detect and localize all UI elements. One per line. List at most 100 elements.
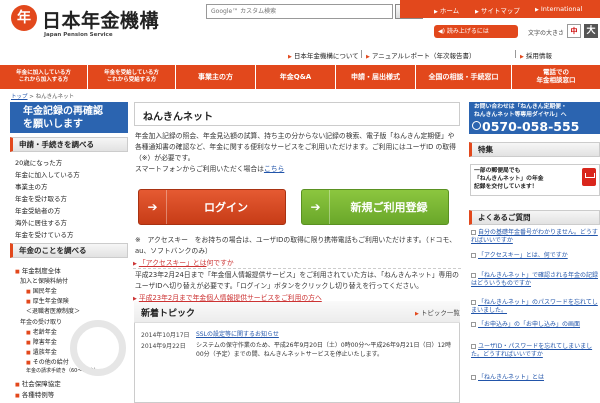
logo-mark-icon[interactable]: 年 [11,5,37,31]
chevron-right-icon: ▶ [366,54,370,60]
square-bullet-icon: ■ [26,360,31,366]
left-nav-item[interactable]: 年金受給者の方 [15,205,61,215]
breadcrumb: トップ > ねんきんネット [11,94,75,100]
left-nav-item[interactable]: 事業主の方 [15,181,48,191]
checkbox-icon [471,300,476,305]
left-nav-item[interactable]: 海外に居住する方 [15,217,67,227]
news-list-link[interactable]: ▶ トピック一覧 [415,307,460,317]
sitemap-link[interactable]: ▶ サイトマップ [475,5,520,15]
left-nav-item[interactable]: ■ 老齢年金 [26,327,57,336]
checkbox-icon [471,344,476,349]
left-nav-item[interactable]: ■ 年金制度全体 [15,265,61,275]
left-nav-item[interactable]: 加入と保険料納付 [20,276,68,285]
switch-link[interactable]: ▶ 平成23年2月まで年金個人情報提供サービスをご利用の方へ [133,292,322,302]
checkbox-icon [471,375,476,380]
record-check-banner[interactable]: 年金記録の再確認 を願いします [10,102,128,133]
faq-link[interactable]: 自分の基礎年金番号がわかりません。どうすればいいですか [471,229,599,245]
breadcrumb-current: ねんきんネット [35,94,75,100]
post-office-text: 一部の郵便局でも 「ねんきんネット」の年金 記録を交付しています！ [474,168,544,190]
faq-link[interactable]: 「ねんきんネット」で確認される年金の記録はどういうものですか [471,272,599,288]
left-nav-item[interactable]: ＜退職者医療制度＞ [26,306,80,315]
square-bullet-icon: ■ [26,289,31,295]
news-item[interactable]: SSLの設定等に関するお知らせ [196,330,458,339]
about-link[interactable]: ▶ 日本年金機構について [288,50,359,60]
smartphone-link[interactable]: こちら [264,165,284,173]
faq-link[interactable]: 「ねんきんネット」のパスワードを忘れてしまいました。 [471,299,599,315]
recruit-link[interactable]: ▶ 採用情報 [520,50,552,60]
home-link[interactable]: ▶ ホーム [434,5,459,15]
arrow-right-icon: ➔ [302,190,330,224]
left-nav-item[interactable]: 20歳になった方 [15,157,62,167]
divider [133,268,461,269]
international-link[interactable]: ▶ International [535,5,582,13]
left-nav-item[interactable]: 年金の受け取り [20,317,62,326]
faq-link[interactable]: ユーザID・パスワードを忘れてしまいました。どうすればいいですか [471,343,599,359]
search-field-wrapper [206,4,393,19]
square-bullet-icon: ■ [15,269,20,275]
nav-phone[interactable]: 電話での 年金相談窓口 [512,65,600,89]
feature-heading: 特集 [469,142,600,157]
intro-text: 年金加入記録の照会、年金見込額の試算、持ち主の分からない記録の検索、電子版「ねん… [135,132,456,173]
left-nav-item[interactable]: ■ 障害年金 [26,337,57,346]
checkbox-icon [471,253,476,258]
news-title: 新着トピック [141,309,196,319]
procedures-heading: 申請・手続きを調べる [10,137,128,152]
nav-enrolled[interactable]: 年金に加入している方 これから加入する方 [0,65,88,89]
page-title-box: ねんきんネット [134,102,460,126]
font-size-label: 文字の大きさ [528,30,565,37]
nav-employers[interactable]: 事業主の方 [176,65,256,89]
register-button[interactable]: ➔ 新規ご利用登録 [301,189,449,225]
login-button[interactable]: ➔ ログイン [138,189,286,225]
divider [515,50,516,58]
page-title: ねんきんネット [143,112,213,123]
left-nav-item[interactable]: 年金を受け取る方 [15,193,67,203]
nav-forms[interactable]: 申請・届出様式 [336,65,416,89]
site-header: 年 日本年金機構 Japan Pension Service 検索 ▶ホーム ▶… [0,0,600,62]
square-bullet-icon: ■ [26,350,31,356]
arrow-right-icon: ➔ [139,190,167,224]
left-nav-item[interactable]: 年金に加入している方 [15,169,80,179]
nav-qa[interactable]: 年金Q&A [256,65,336,89]
news-item: システムの保守作業のため、平成26年9月20日（土）0時00分〜平成26年9月2… [196,342,452,358]
checkbox-icon [471,273,476,278]
font-size-large-button[interactable]: 大 [584,24,598,38]
checkbox-icon [471,322,476,327]
chevron-right-icon: ▶ [288,54,292,60]
nav-offices[interactable]: 全国の相談・手続窓口 [416,65,512,89]
switch-text: 平成23年2月24日まで「年金個人情報提供サービス」をご利用されていた方は、「ね… [135,271,459,290]
annual-report-link[interactable]: ▶ アニュアルレポート（年次報告書） [366,50,476,60]
left-nav-item[interactable]: ■ 社会保障協定 [15,378,61,388]
checkbox-icon [471,230,476,235]
font-size-medium-button[interactable]: 中 [567,24,581,38]
left-nav-item[interactable]: ■ 各種特例等 [15,389,54,399]
contact-text: お問い合わせは「ねんきん定期便・ ねんきんネット等専用ダイヤル」へ [474,104,567,118]
faq-link[interactable]: 「ねんきんネット」とは [471,374,599,382]
decorative-circle [70,320,126,376]
read-aloud-button[interactable]: ◀) 読み上げるには [434,25,518,38]
left-nav-item[interactable]: 年金を受けている方 [15,229,74,239]
site-logo[interactable]: 日本年金機構 [42,6,159,33]
faq-heading: よくあるご質問 [469,210,600,225]
access-key-note: ※ アクセスキー をお持ちの場合は、ユーザIDの取得に限り携帯電話もご利用いただ… [135,236,457,255]
speaker-icon: ◀) [438,28,447,35]
search-input[interactable] [207,5,392,18]
chevron-right-icon: ▶ [133,296,137,302]
post-box-icon [582,168,596,186]
faq-link[interactable]: 「お申込み」の「お申し込み」の画面 [471,321,599,329]
square-bullet-icon: ■ [15,382,20,388]
chevron-right-icon: ▶ [520,54,524,60]
access-key-link[interactable]: ▶ 「アクセスキー」とは何ですか [133,257,234,267]
learn-heading: 年金のことを調べる [10,243,128,258]
chevron-right-icon: ▶ [475,9,479,15]
left-nav-item[interactable]: ■ 遺族年金 [26,347,57,356]
chevron-right-icon: ▶ [415,311,419,317]
left-nav-item[interactable]: ■ 国民年金 [26,286,57,295]
nav-receiving[interactable]: 年金を受給している方 これから受給する方 [88,65,176,89]
phone-icon [472,121,481,130]
faq-link[interactable]: 「アクセスキー」とは、何ですか [471,252,599,260]
breadcrumb-home[interactable]: トップ [11,94,28,100]
contact-phone-number: 0570-058-555 [482,119,580,134]
left-nav-item[interactable]: ■ 厚生年金保険 [26,296,69,305]
left-nav-item[interactable]: ■ その他の給付 [26,357,69,366]
news-date: 2014年9月22日 [141,343,186,350]
